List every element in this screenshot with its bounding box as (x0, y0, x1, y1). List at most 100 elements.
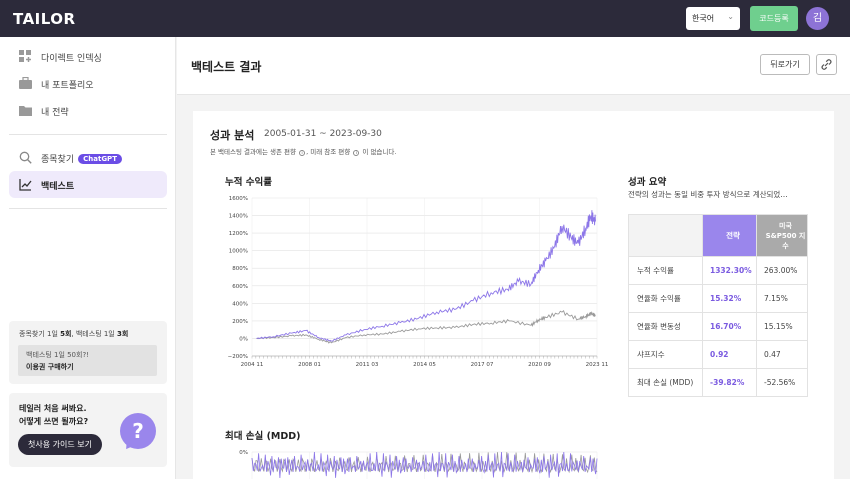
x-tick-label: 2004 11 (241, 362, 264, 368)
benchmark-value: 0.47 (756, 340, 808, 369)
y-tick-label: 0% (239, 450, 248, 456)
summary-subtitle: 전략의 성과는 동일 비중 투자 방식으로 계산되었… (628, 190, 788, 199)
table-row: 샤프지수 0.92 0.47 (628, 340, 808, 369)
row-label: 최대 손실 (MDD) (628, 368, 703, 397)
mdd-chart-title: 최대 손실 (MDD) (225, 431, 301, 442)
cumulative-return-title: 누적 수익률 (225, 177, 273, 188)
y-tick-label: 600% (232, 284, 248, 290)
code-register-button[interactable]: 코드등록 (750, 6, 798, 31)
benchmark-value: -52.56% (756, 368, 808, 397)
question-bubble-icon: ? (120, 413, 156, 449)
page-header: 백테스트 결과 뒤로가기 (177, 37, 850, 95)
bias-note-c: 이 없습니다. (362, 148, 397, 156)
sidebar-item-backtest[interactable]: 백테스트 (9, 171, 167, 198)
bias-note-a: 본 백테스팅 결과에는 생존 편향 (210, 148, 297, 156)
sidebar-item-my-portfolio[interactable]: 내 포트폴리오 (9, 70, 167, 97)
strategy-line (256, 210, 596, 342)
benchmark-value: 263.00% (756, 256, 808, 285)
y-tick-label: 0% (239, 336, 248, 342)
upgrade-box[interactable]: 백테스팅 1일 50회?! 이용권 구매하기 (18, 345, 157, 376)
briefcase-icon (19, 77, 32, 89)
sidebar-item-direct-indexing[interactable]: 다이렉트 인덱싱 (9, 43, 167, 70)
info-icon[interactable]: i (353, 150, 360, 156)
upgrade-note: 백테스팅 1일 50회?! (26, 351, 89, 359)
sidebar-item-label: 내 포트폴리오 (41, 81, 94, 91)
cumulative-return-chart: 1600% 1400% 1200% 1000% 800% 600% 400% 200% 0% −2… (228, 196, 609, 368)
table-row: 최대 손실 (MDD) -39.82% -52.56% (628, 368, 808, 397)
benchmark-column-header: 미국 S&P500 지수 (756, 214, 808, 257)
row-label: 샤프지수 (628, 340, 703, 369)
sidebar: 다이렉트 인덱싱 내 포트폴리오 내 전략 종목찾기 ChatGPT 백테스트 종… (0, 37, 176, 479)
y-tick-label: 200% (232, 319, 248, 325)
sidebar-item-label: 종목찾기 ChatGPT (41, 152, 122, 165)
sidebar-item-label-text: 종목찾기 (41, 155, 75, 165)
results-card: 성과 분석 2005-01-31 ~ 2023-09-30 본 백테스팅 결과에… (193, 111, 834, 479)
summary-table: 전략 미국 S&P500 지수 누적 수익률 1332.30% 263.00% 연… (628, 214, 808, 397)
strategy-value: 16.70% (702, 312, 757, 341)
summary-header-empty (628, 214, 703, 257)
table-row: 누적 수익률 1332.30% 263.00% (628, 256, 808, 285)
guide-panel: 테일러 처음 써봐요. 어떻게 쓰면 될까요? 첫사용 가이드 보기 ? (9, 393, 167, 467)
first-use-guide-button[interactable]: 첫사용 가이드 보기 (18, 434, 102, 455)
guide-question-line1: 테일러 처음 써봐요. (19, 404, 87, 413)
usage-text: 종목찾기 1일 5회, 백테스팅 1일 3회 (19, 329, 128, 339)
x-tick-label: 2008 01 (298, 362, 321, 368)
strategy-column-header: 전략 (702, 214, 757, 257)
bias-note-b: , 미래 참조 편향 (306, 148, 351, 156)
language-select[interactable]: 한국어 ⌄ (686, 7, 740, 30)
sidebar-item-stock-search[interactable]: 종목찾기 ChatGPT (9, 144, 167, 171)
purchase-link[interactable]: 이용권 구매하기 (26, 362, 74, 372)
x-tick-label: 2014 05 (413, 362, 436, 368)
y-tick-label: 800% (232, 266, 248, 272)
link-icon (821, 59, 832, 70)
table-row: 연율화 수익률 15.32% 7.15% (628, 284, 808, 313)
usage-panel: 종목찾기 1일 5회, 백테스팅 1일 3회 백테스팅 1일 50회?! 이용권… (9, 321, 167, 384)
chart-icon (19, 179, 32, 191)
chevron-down-icon: ⌄ (727, 12, 734, 21)
summary-title: 성과 요약 (628, 177, 667, 188)
summary-header-row: 전략 미국 S&P500 지수 (628, 214, 808, 257)
y-tick-label: 1400% (229, 214, 248, 220)
y-tick-label: 400% (232, 301, 248, 307)
x-tick-label: 2017 07 (471, 362, 494, 368)
benchmark-header-line1: 미국 (779, 221, 792, 230)
x-tick-label: 2011 03 (356, 362, 379, 368)
usage-middle: , 백테스팅 1일 (71, 330, 117, 338)
benchmark-value: 7.15% (756, 284, 808, 313)
strategy-value: 0.92 (702, 340, 757, 369)
date-range: 2005-01-31 ~ 2023-09-30 (264, 129, 382, 139)
sidebar-item-label: 백테스트 (41, 182, 75, 192)
y-tick-label: 1200% (229, 231, 248, 237)
usage-search-count: 5회 (60, 330, 72, 338)
sidebar-divider (9, 134, 167, 135)
avatar[interactable]: 김 (806, 7, 829, 30)
strategy-value: 1332.30% (702, 256, 757, 285)
sidebar-item-label: 내 전략 (41, 108, 69, 118)
bias-note: 본 백테스팅 결과에는 생존 편향 i, 미래 참조 편향 i 이 없습니다. (210, 146, 396, 156)
benchmark-header-line3: 수 (782, 241, 789, 250)
strategy-value: 15.32% (702, 284, 757, 313)
table-row: 연율화 변동성 16.70% 15.15% (628, 312, 808, 341)
sidebar-item-my-strategy[interactable]: 내 전략 (9, 97, 167, 124)
sidebar-item-label: 다이렉트 인덱싱 (41, 54, 102, 64)
share-link-button[interactable] (816, 54, 837, 75)
language-value: 한국어 (692, 14, 715, 23)
y-tick-label: 1600% (229, 196, 248, 202)
usage-backtest-count: 3회 (116, 330, 129, 338)
strategy-value: -39.82% (702, 368, 757, 397)
row-label: 연율화 수익률 (628, 284, 703, 313)
back-button[interactable]: 뒤로가기 (760, 54, 810, 75)
top-bar: TAILOR 한국어 ⌄ 코드등록 김 (0, 0, 850, 37)
info-icon[interactable]: i (299, 150, 306, 156)
usage-prefix: 종목찾기 1일 (19, 330, 61, 338)
x-tick-label: 2020 09 (528, 362, 551, 368)
y-tick-label: 1000% (229, 249, 248, 255)
benchmark-value: 15.15% (756, 312, 808, 341)
y-tick-label: −200% (228, 354, 248, 360)
page-title: 백테스트 결과 (191, 60, 262, 74)
chatgpt-badge: ChatGPT (78, 154, 122, 164)
tailor-logo[interactable]: TAILOR (13, 10, 76, 28)
performance-title: 성과 분석 (210, 129, 255, 142)
folder-icon (19, 106, 32, 116)
mdd-chart: 0% (239, 450, 598, 479)
